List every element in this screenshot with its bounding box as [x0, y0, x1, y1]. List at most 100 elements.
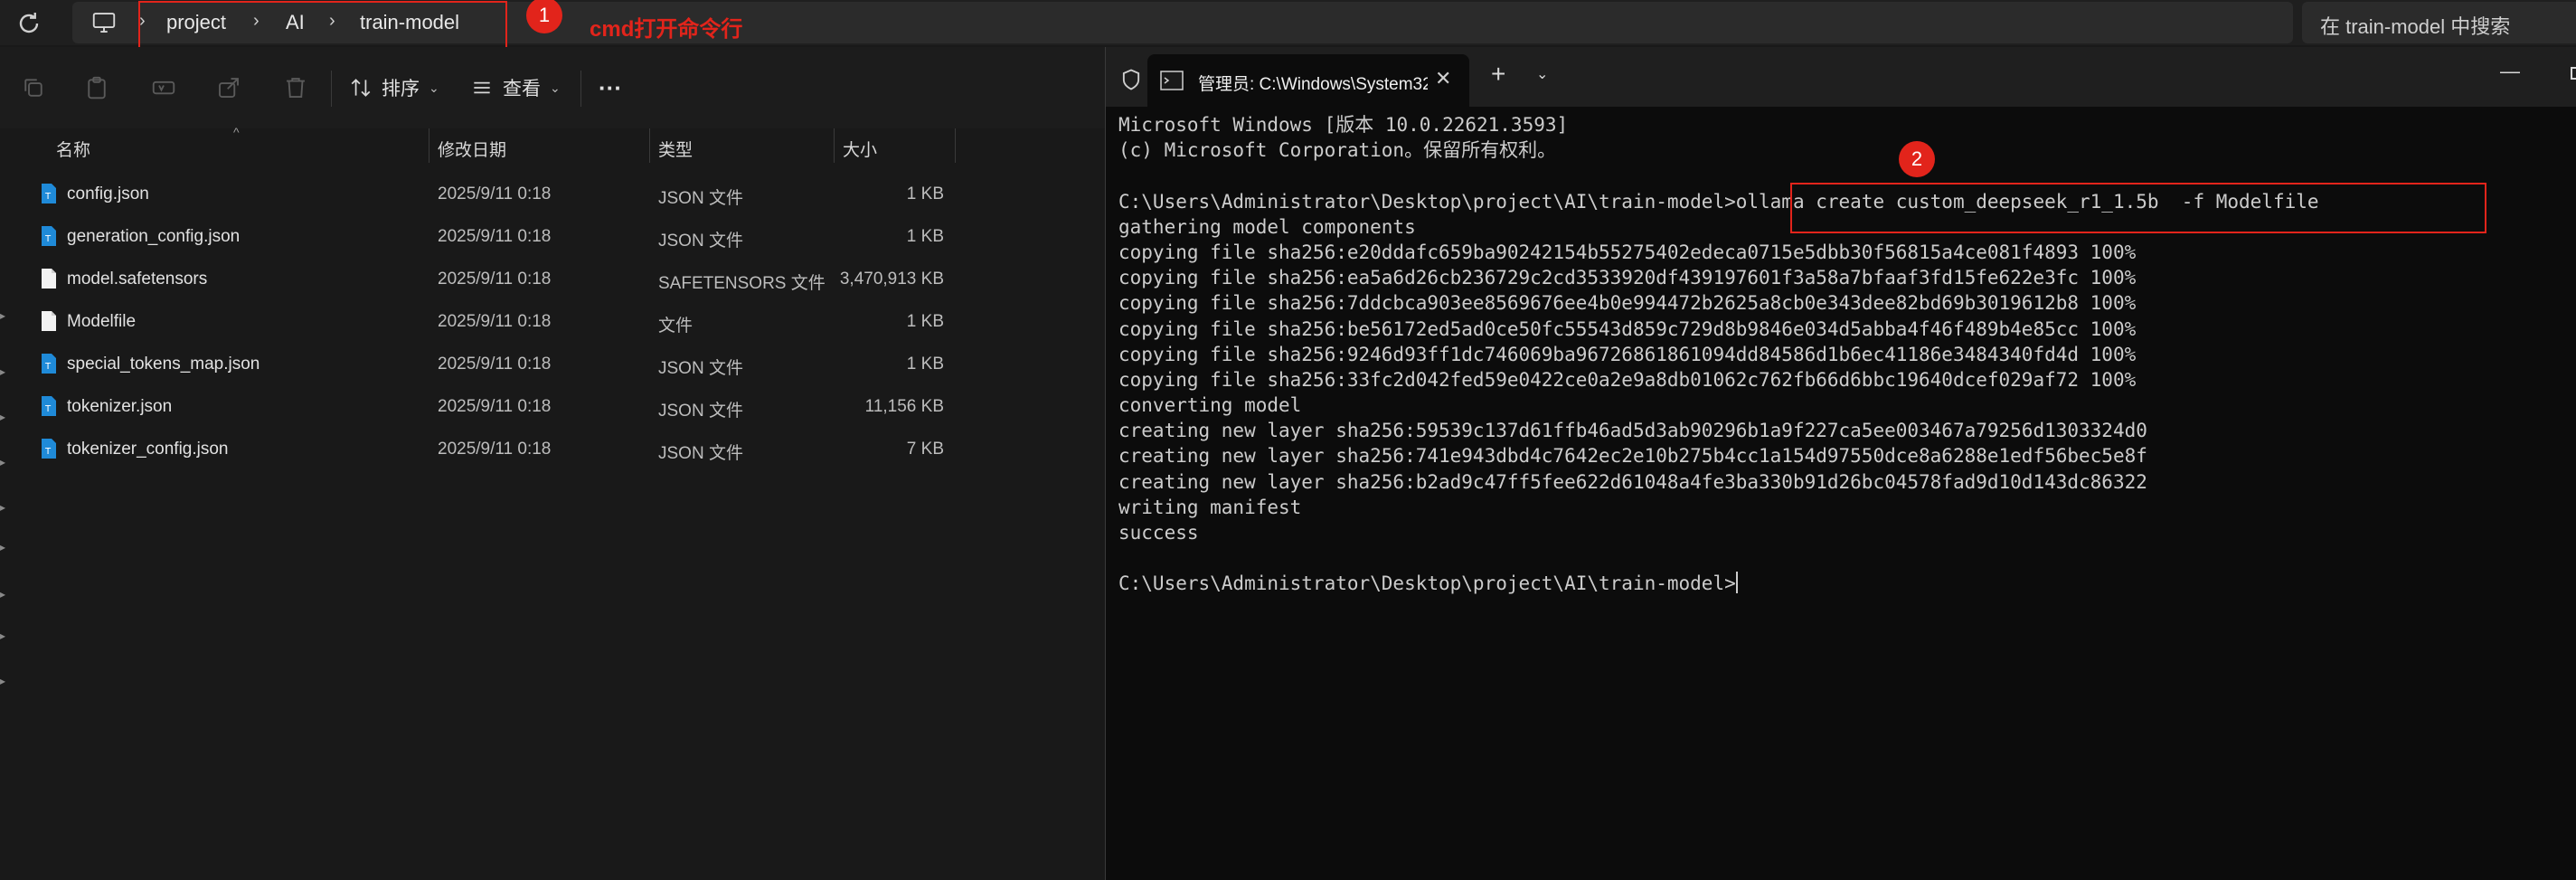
terminal-line-text: writing manifest — [1118, 496, 1302, 518]
file-row[interactable]: Tgeneration_config.json 2025/9/11 0:18 JSO… — [0, 216, 1105, 258]
terminal-line: copying file sha256:ea5a6d26cb236729c2cd… — [1118, 265, 2565, 290]
terminal-tab[interactable]: 管理员: C:\Windows\System32 ✕ — [1147, 54, 1469, 107]
terminal-line-text: success — [1118, 522, 1199, 544]
svg-text:T: T — [44, 404, 52, 414]
terminal-line-text: copying file sha256:33fc2d042fed59e0422c… — [1118, 368, 2137, 391]
file-size: 1 KB — [906, 227, 944, 246]
sort-button[interactable]: 排序 ⌄ — [349, 72, 439, 103]
file-size: 1 KB — [906, 312, 944, 331]
file-type: JSON 文件 — [658, 444, 743, 463]
svg-text:T: T — [44, 234, 52, 244]
file-row[interactable]: Tspecial_tokens_map.json 2025/9/11 0:18 JS… — [0, 344, 1105, 385]
file-type: JSON 文件 — [658, 359, 743, 378]
file-modified: 2025/9/11 0:18 — [438, 355, 552, 374]
column-header-size[interactable]: 大小 — [843, 137, 877, 171]
file-row[interactable]: Tconfig.json 2025/9/11 0:18 JSON 文件 1 KB — [0, 174, 1105, 215]
file-type: 文件 — [658, 317, 694, 336]
terminal-line: C:\Users\Administrator\Desktop\project\A… — [1118, 571, 2565, 596]
file-name: Modelfile — [67, 312, 137, 331]
terminal-line-text: Microsoft Windows [版本 10.0.22621.3593] — [1118, 114, 1569, 136]
file-row[interactable]: Ttokenizer.json 2025/9/11 0:18 JSON 文件 11,1… — [0, 386, 1105, 428]
terminal-line: copying file sha256:9246d93ff1dc746069ba… — [1118, 342, 2565, 367]
file-type: JSON 文件 — [658, 232, 743, 251]
sort-ascending-icon: ^ — [233, 125, 240, 139]
share-icon[interactable] — [215, 74, 242, 101]
rename-icon[interactable] — [150, 74, 177, 101]
terminal-line-text: C:\Users\Administrator\Desktop\project\A… — [1118, 572, 1736, 595]
annotation-box-1 — [138, 1, 507, 52]
terminal-line: copying file sha256:7ddcbca903ee8569676e… — [1118, 290, 2565, 316]
terminal-line-text: copying file sha256:ea5a6d26cb236729c2cd… — [1118, 267, 2137, 289]
file-modified: 2025/9/11 0:18 — [438, 312, 552, 331]
close-icon[interactable]: ✕ — [1435, 67, 1451, 90]
json-file-icon: T — [42, 439, 56, 459]
file-type: JSON 文件 — [658, 189, 743, 208]
file-size: 11,156 KB — [864, 397, 944, 416]
copy-icon[interactable] — [20, 74, 47, 101]
file-modified: 2025/9/11 0:18 — [438, 440, 552, 459]
toolbar-divider — [580, 71, 581, 107]
chevron-right-icon[interactable]: ▸ — [0, 629, 7, 642]
terminal-line: copying file sha256:e20ddafc659ba9024215… — [1118, 240, 2565, 265]
chevron-right-icon[interactable]: ▸ — [0, 588, 7, 601]
paste-icon[interactable] — [83, 74, 110, 101]
file-size: 3,470,913 KB — [839, 270, 944, 289]
json-file-icon: T — [42, 396, 56, 416]
file-row[interactable]: Ttokenizer_config.json 2025/9/11 0:18 JSON… — [0, 429, 1105, 470]
file-size: 1 KB — [906, 185, 944, 203]
terminal-line-text: copying file sha256:9246d93ff1dc746069ba… — [1118, 343, 2137, 365]
file-modified: 2025/9/11 0:18 — [438, 270, 552, 289]
terminal-line-text: copying file sha256:be56172ed5ad0ce50fc5… — [1118, 317, 2137, 340]
chevron-right-icon[interactable]: ▸ — [0, 501, 7, 514]
terminal-line: converting model — [1118, 393, 2565, 418]
terminal-line-text: converting model — [1118, 394, 1302, 417]
annotation-marker-2: 2 — [1899, 141, 1935, 177]
terminal-line-text: creating new layer sha256:59539c137d61ff… — [1118, 420, 2147, 442]
minimize-icon[interactable]: — — [2500, 60, 2520, 83]
view-label: 查看 — [503, 79, 541, 99]
terminal-window: 管理员: C:\Windows\System32 ✕ + ⌄ — Microso… — [1105, 47, 2576, 880]
terminal-line: copying file sha256:33fc2d042fed59e0422c… — [1118, 367, 2565, 393]
more-options-button[interactable]: ··· — [599, 72, 622, 103]
json-file-icon: T — [42, 184, 56, 203]
sort-label: 排序 — [382, 79, 420, 99]
chevron-right-icon[interactable]: ▸ — [0, 675, 7, 687]
terminal-line: (c) Microsoft Corporation。保留所有权利。 — [1118, 137, 2565, 163]
explorer-toolbar: 排序 ⌄ 查看 ⌄ ··· — [0, 47, 1105, 128]
terminal-line: creating new layer sha256:b2ad9c47ff5fee… — [1118, 469, 2565, 495]
chevron-down-icon: ⌄ — [550, 80, 561, 95]
file-type: SAFETENSORS 文件 — [658, 274, 826, 293]
text-cursor — [1735, 572, 1738, 594]
file-icon — [42, 311, 56, 331]
file-name: model.safetensors — [67, 270, 208, 289]
file-modified: 2025/9/11 0:18 — [438, 185, 552, 203]
column-divider[interactable] — [649, 128, 650, 163]
terminal-tab-bar: 管理员: C:\Windows\System32 ✕ + ⌄ — — [1106, 47, 2576, 107]
column-header-modified[interactable]: 修改日期 — [438, 137, 506, 171]
terminal-line: writing manifest — [1118, 495, 2565, 520]
new-tab-button[interactable]: + — [1491, 60, 1505, 89]
file-icon — [42, 269, 56, 289]
view-icon — [474, 81, 490, 94]
json-file-icon: T — [42, 226, 56, 246]
column-divider[interactable] — [955, 128, 956, 163]
column-header-type[interactable]: 类型 — [658, 137, 693, 171]
cmd-icon — [1160, 71, 1184, 90]
svg-text:T: T — [44, 447, 52, 457]
this-pc-icon[interactable] — [90, 9, 118, 36]
maximize-icon[interactable] — [2571, 67, 2576, 80]
file-row[interactable]: Modelfile 2025/9/11 0:18 文件 1 KB — [0, 301, 1105, 343]
refresh-icon[interactable] — [13, 7, 45, 40]
shield-icon — [1122, 69, 1140, 90]
file-row[interactable]: model.safetensors 2025/9/11 0:18 SAFETENSO… — [0, 259, 1105, 300]
chevron-down-icon[interactable]: ⌄ — [1536, 65, 1548, 83]
column-header-name[interactable]: 名称 — [56, 137, 90, 171]
search-box[interactable]: 在 train-model 中搜索 — [2302, 2, 2576, 43]
view-button[interactable]: 查看 ⌄ — [470, 72, 561, 103]
column-divider[interactable] — [834, 128, 835, 163]
delete-icon[interactable] — [282, 74, 309, 101]
terminal-line: copying file sha256:be56172ed5ad0ce50fc5… — [1118, 317, 2565, 342]
terminal-line-text: copying file sha256:e20ddafc659ba9024215… — [1118, 241, 2137, 263]
chevron-right-icon[interactable]: ▸ — [0, 541, 7, 554]
search-placeholder: 在 train-model 中搜索 — [2320, 15, 2511, 38]
